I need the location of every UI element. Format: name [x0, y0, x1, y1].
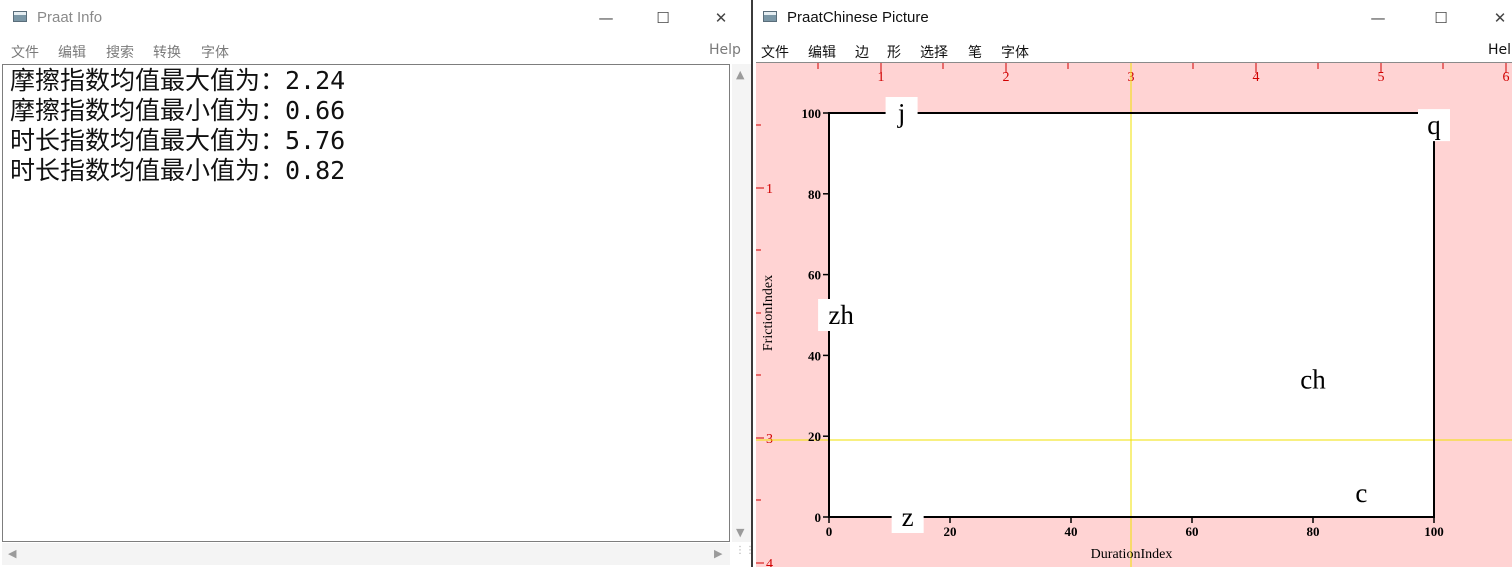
x-tick-label: 0 [826, 524, 833, 539]
picture-window: PraatChinese Picture — ☐ ✕ 文件 编辑 边 形 选择 … [753, 0, 1512, 567]
menu-edit[interactable]: 编辑 [58, 42, 86, 62]
y-tick-label: 40 [808, 348, 821, 363]
menu-shape[interactable]: 形 [887, 42, 901, 62]
scroll-left-icon[interactable]: ◀ [8, 547, 16, 560]
ruler-top-label: 2 [1003, 70, 1010, 85]
menu-edit[interactable]: 编辑 [808, 42, 836, 62]
menu-font[interactable]: 字体 [1001, 42, 1029, 62]
info-line: 摩擦指数均值最大值为：2.24 [10, 66, 346, 95]
maximize-icon[interactable]: ☐ [640, 0, 686, 36]
menu-search[interactable]: 搜索 [106, 42, 134, 62]
info-text-area[interactable]: 摩擦指数均值最大值为：2.24 摩擦指数均值最小值为：0.66 时长指数均值最大… [2, 64, 730, 542]
x-tick-label: 60 [1186, 524, 1199, 539]
info-menubar: 文件 编辑 搜索 转换 字体 Help [0, 36, 751, 64]
scroll-right-icon[interactable]: ▶ [714, 547, 722, 560]
menu-help[interactable]: Hel [1488, 42, 1511, 58]
scroll-down-icon[interactable]: ▼ [736, 526, 744, 539]
ruler-left-label: 1 [766, 182, 773, 197]
scatter-chart: 123456134020406080100020406080100Duratio… [756, 63, 1512, 567]
info-line: 时长指数均值最大值为：5.76 [10, 126, 346, 155]
y-tick-label: 20 [808, 429, 821, 444]
ruler-left-label: 4 [766, 557, 773, 567]
menu-font[interactable]: 字体 [201, 42, 229, 62]
menu-file[interactable]: 文件 [11, 42, 39, 62]
point-label: j [897, 98, 906, 128]
horizontal-scrollbar[interactable]: ◀ ▶ [2, 543, 730, 565]
menu-help[interactable]: Help [709, 42, 741, 58]
x-tick-label: 100 [1424, 524, 1444, 539]
info-titlebar[interactable]: Praat Info — ☐ ✕ [0, 0, 751, 36]
y-tick-label: 60 [808, 268, 821, 283]
x-tick-label: 20 [944, 524, 957, 539]
point-label: ch [1300, 365, 1326, 395]
ruler-top-label: 6 [1503, 70, 1510, 85]
ruler-top-label: 5 [1378, 70, 1385, 85]
ruler-top-label: 4 [1253, 70, 1260, 85]
maximize-icon[interactable]: ☐ [1418, 0, 1464, 36]
minimize-icon[interactable]: — [583, 0, 629, 36]
point-label: c [1355, 478, 1367, 508]
picture-titlebar[interactable]: PraatChinese Picture — ☐ ✕ [753, 0, 1512, 36]
picture-window-title: PraatChinese Picture [787, 9, 929, 26]
vertical-scrollbar[interactable]: ▲ ▼ [732, 64, 751, 542]
x-axis-label: DurationIndex [1091, 547, 1173, 562]
x-tick-label: 40 [1065, 524, 1078, 539]
menu-file[interactable]: 文件 [761, 42, 789, 62]
y-tick-label: 80 [808, 187, 821, 202]
praat-app-icon [13, 11, 27, 22]
point-label: q [1427, 110, 1441, 140]
info-line: 摩擦指数均值最小值为：0.66 [10, 96, 346, 125]
menu-pen[interactable]: 笔 [968, 42, 982, 62]
praat-app-icon [763, 11, 777, 22]
x-tick-label: 80 [1307, 524, 1320, 539]
menu-margin[interactable]: 边 [855, 42, 869, 62]
picture-canvas[interactable]: 123456134020406080100020406080100Duratio… [756, 62, 1512, 567]
point-label: zh [828, 300, 854, 330]
minimize-icon[interactable]: — [1355, 0, 1401, 36]
scroll-up-icon[interactable]: ▲ [736, 68, 744, 81]
resize-grip-icon[interactable]: ⋮⋮ [735, 546, 751, 564]
info-window: Praat Info — ☐ ✕ 文件 编辑 搜索 转换 字体 Help 摩擦指… [0, 0, 751, 567]
y-axis-label: FrictionIndex [761, 275, 776, 351]
menu-convert[interactable]: 转换 [153, 42, 181, 62]
menu-select[interactable]: 选择 [920, 42, 948, 62]
info-line: 时长指数均值最小值为：0.82 [10, 156, 346, 185]
close-icon[interactable]: ✕ [1477, 0, 1512, 36]
point-label: z [902, 502, 914, 532]
picture-menubar: 文件 编辑 边 形 选择 笔 字体 Hel [753, 36, 1512, 64]
ruler-top-label: 1 [878, 70, 885, 85]
y-tick-label: 100 [802, 106, 822, 121]
y-tick-label: 0 [815, 510, 822, 525]
close-icon[interactable]: ✕ [698, 0, 744, 36]
info-window-title: Praat Info [37, 9, 103, 26]
